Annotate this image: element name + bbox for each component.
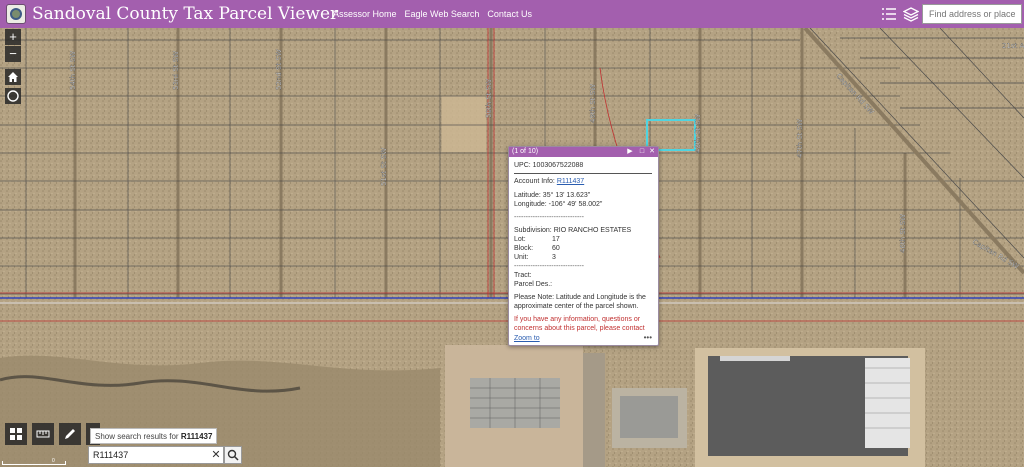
scale-bar xyxy=(2,461,66,465)
street-label: 49th St SW xyxy=(589,84,597,123)
street-label: 47th St SW xyxy=(796,119,804,158)
zoom-in-button[interactable]: + xyxy=(5,29,21,45)
street-label: 51st St SW xyxy=(380,148,388,186)
parcel-popup: (1 of 10) ▶ □ ✕ UPC: 1003067522088 Accou… xyxy=(508,146,659,346)
zoom-to-link[interactable]: Zoom to xyxy=(514,335,654,343)
contact-text: If you have any information, questions o… xyxy=(514,316,645,332)
account-link[interactable]: R111437 xyxy=(557,178,584,185)
scale-label: 0 xyxy=(52,458,55,464)
popup-header: (1 of 10) ▶ □ ✕ xyxy=(509,147,658,157)
locate-button[interactable] xyxy=(5,88,21,104)
measure-icon xyxy=(36,430,50,438)
search-icon xyxy=(227,449,239,461)
street-label: 48th St SW xyxy=(694,114,702,153)
lot-row: Lot: 17 xyxy=(514,236,560,243)
street-label: 54th St SW xyxy=(69,51,77,90)
upc-text: UPC: 1003067522088 xyxy=(514,162,584,169)
divider-dashes: ------------------------------ xyxy=(514,214,584,221)
unit-row: Unit: 3 xyxy=(514,254,556,261)
basemap-gallery-button[interactable] xyxy=(5,423,27,445)
parcel-des-text: Parcel Des.: xyxy=(514,281,553,288)
tract-text: Tract: xyxy=(514,272,532,279)
basemap-layers-icon[interactable] xyxy=(903,6,919,22)
street-label: 50th St SW xyxy=(485,79,493,118)
app-title: Sandoval County Tax Parcel Viewer xyxy=(32,4,339,24)
next-feature-icon[interactable]: ▶ xyxy=(626,147,634,157)
more-actions-icon[interactable]: ••• xyxy=(644,333,652,342)
close-icon[interactable]: ✕ xyxy=(648,147,656,157)
latitude-text: Latitude: 35° 13' 13.623" xyxy=(514,192,591,199)
address-search-input[interactable] xyxy=(922,4,1022,24)
layer-list-icon[interactable] xyxy=(881,6,897,22)
zoom-out-button[interactable]: − xyxy=(5,46,21,62)
county-seal-logo xyxy=(6,4,26,24)
nav-contact-us[interactable]: Contact Us xyxy=(487,9,532,19)
block-row: Block: 60 xyxy=(514,245,560,252)
search-suggestion-tooltip[interactable]: Show search results for R111437 xyxy=(90,428,218,444)
street-label: 46th St SW xyxy=(899,214,907,253)
grid-icon xyxy=(10,428,22,440)
search-button[interactable] xyxy=(224,446,242,464)
street-label: 52nd St SW xyxy=(275,49,283,90)
longitude-text: Longitude: -106° 49' 58.002" xyxy=(514,201,603,208)
nav-eagle-web-search[interactable]: Eagle Web Search xyxy=(405,9,480,19)
clear-search-icon[interactable]: ✕ xyxy=(209,447,223,463)
pencil-icon xyxy=(65,429,75,439)
app-header: Sandoval County Tax Parcel Viewer Assess… xyxy=(0,0,1024,28)
street-label: 21st A xyxy=(1002,42,1024,50)
nav-assessor-home[interactable]: Assessor Home xyxy=(333,9,397,19)
account-info: Account Info: R111437 xyxy=(514,178,585,185)
street-label: 53rd St SW xyxy=(172,51,180,90)
home-icon xyxy=(8,72,18,82)
subdivision-text: Subdivision: RIO RANCHO ESTATES xyxy=(514,227,632,234)
draw-button[interactable] xyxy=(59,423,81,445)
note-text: Please Note: Latitude and Longitude is t… xyxy=(514,294,646,310)
parcel-search-input[interactable] xyxy=(88,446,224,464)
dock-icon[interactable]: □ xyxy=(638,147,646,157)
home-button[interactable] xyxy=(5,69,21,85)
header-nav: Assessor Home Eagle Web Search Contact U… xyxy=(333,0,540,28)
divider-dashes: ------------------------------ xyxy=(514,263,584,270)
suggestion-value: R111437 xyxy=(180,432,213,441)
measure-button[interactable] xyxy=(32,423,54,445)
popup-counter: (1 of 10) xyxy=(512,148,539,155)
locate-icon xyxy=(7,90,19,102)
